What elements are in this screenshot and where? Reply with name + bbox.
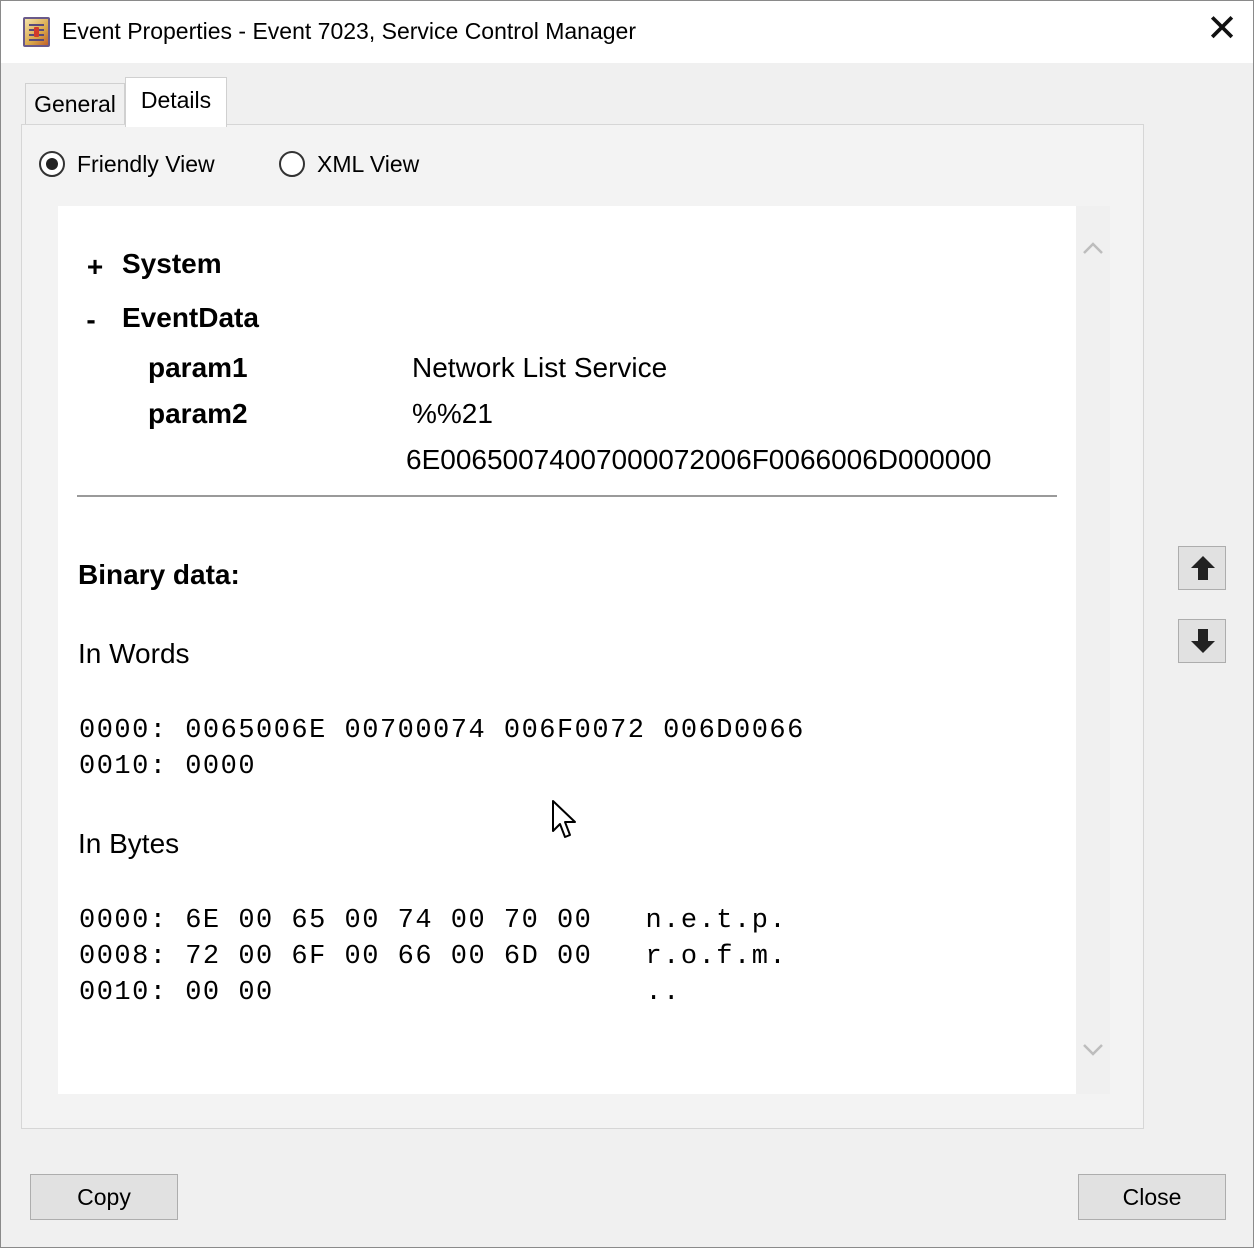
tab-details[interactable]: Details [125,77,227,127]
in-words-line: 0010: 0000 [79,752,257,782]
in-bytes-heading: In Bytes [78,828,180,859]
in-bytes-line: 0000: 6E 00 65 00 74 00 70 00 n.e.t.p. [79,906,788,936]
chevron-down-icon[interactable] [1081,1037,1105,1061]
in-words-heading: In Words [78,638,190,669]
close-window-icon[interactable]: ✕ [1197,7,1247,53]
arrow-up-icon [1191,556,1215,580]
window-title: Event Properties - Event 7023, Service C… [62,18,637,44]
xml-view-label: XML View [317,150,420,177]
arrow-down-icon [1191,629,1215,653]
chevron-up-icon[interactable] [1081,237,1105,261]
in-words-line: 0000: 0065006E 00700074 006F0072 006D006… [79,716,805,746]
eventdata-node-label: EventData [122,302,259,333]
extra-binary-value: 6E00650074007000072006F0066006D000000 [406,444,992,475]
event-viewer-icon [23,17,50,47]
radio-unchecked-icon [279,151,305,177]
title-bar: Event Properties - Event 7023, Service C… [1,1,1253,63]
vertical-scrollbar[interactable] [1076,206,1110,1094]
binary-data-heading: Binary data: [78,559,240,590]
in-bytes-line: 0010: 00 00 .. [79,978,681,1008]
param2-name: param2 [148,398,248,429]
param1-value: Network List Service [412,352,668,383]
friendly-view-radio[interactable]: Friendly View [39,149,215,179]
event-properties-window: Event Properties - Event 7023, Service C… [0,0,1254,1248]
previous-event-button[interactable] [1178,546,1226,590]
next-event-button[interactable] [1178,619,1226,663]
xml-view-radio[interactable]: XML View [279,149,419,179]
param1-name: param1 [148,352,248,383]
system-node-label: System [122,248,222,279]
system-expand-toggle[interactable]: + [85,251,105,283]
close-button[interactable]: Close [1078,1174,1226,1220]
copy-button[interactable]: Copy [30,1174,178,1220]
friendly-view-label: Friendly View [77,150,215,177]
param2-value: %%21 [412,398,493,429]
in-bytes-line: 0008: 72 00 6F 00 66 00 6D 00 r.o.f.m. [79,942,788,972]
section-divider [77,495,1057,497]
mouse-cursor-icon [552,800,576,838]
eventdata-collapse-toggle[interactable]: - [81,304,101,336]
tab-general[interactable]: General [25,83,125,125]
radio-checked-icon [39,151,65,177]
